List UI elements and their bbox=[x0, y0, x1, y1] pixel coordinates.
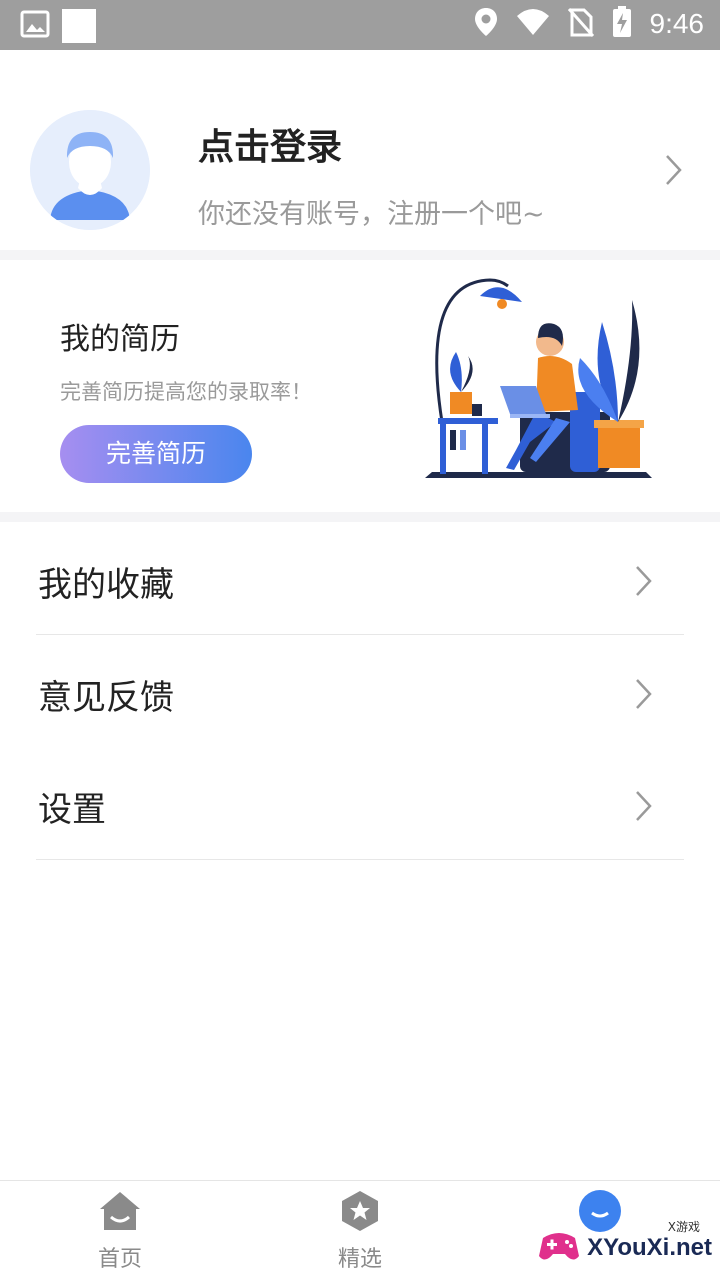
no-sim-icon bbox=[567, 7, 594, 41]
menu-item-label: 我的收藏 bbox=[38, 565, 174, 605]
section-divider bbox=[0, 250, 720, 260]
status-bar: 9:46 bbox=[0, 0, 720, 50]
menu-item-label: 意见反馈 bbox=[38, 678, 174, 718]
wifi-icon bbox=[516, 8, 550, 40]
resume-card: 我的简历 完善简历提高您的录取率！ 完善简历 bbox=[0, 260, 720, 512]
tab-home[interactable]: 首页 bbox=[0, 1181, 240, 1281]
chevron-right-icon bbox=[634, 564, 654, 598]
resume-title: 我的简历 bbox=[60, 322, 180, 357]
complete-resume-button[interactable]: 完善简历 bbox=[60, 425, 252, 483]
login-title[interactable]: 点击登录 bbox=[198, 118, 342, 170]
notification-square bbox=[62, 9, 96, 43]
menu-list: 我的收藏 意见反馈 设置 bbox=[0, 522, 720, 860]
tab-featured[interactable]: 精选 bbox=[240, 1181, 480, 1281]
avatar[interactable] bbox=[30, 110, 150, 230]
resume-subtitle: 完善简历提高您的录取率！ bbox=[60, 380, 312, 404]
watermark-text: XYouXi.net bbox=[587, 1234, 712, 1261]
resume-illustration bbox=[420, 272, 660, 482]
menu-item-settings[interactable]: 设置 bbox=[36, 747, 684, 860]
profile-header[interactable]: 点击登录 你还没有账号，注册一个吧~ bbox=[0, 50, 720, 250]
tab-label: 首页 bbox=[97, 1247, 142, 1272]
gamepad-logo-icon bbox=[537, 1224, 581, 1272]
home-icon bbox=[98, 1189, 142, 1233]
star-badge-icon bbox=[338, 1189, 382, 1233]
chevron-right-icon[interactable] bbox=[664, 153, 684, 187]
watermark: XYouXi.net X游戏 bbox=[537, 1220, 712, 1274]
section-divider bbox=[0, 512, 720, 522]
menu-item-feedback[interactable]: 意见反馈 bbox=[36, 635, 684, 747]
battery-charging-icon bbox=[612, 6, 632, 42]
tab-label: 精选 bbox=[337, 1247, 382, 1272]
login-subtitle: 你还没有账号，注册一个吧~ bbox=[198, 199, 545, 230]
location-icon bbox=[474, 7, 498, 41]
chevron-right-icon bbox=[634, 789, 654, 823]
menu-item-favorites[interactable]: 我的收藏 bbox=[36, 522, 684, 635]
clock: 9:46 bbox=[649, 8, 705, 39]
chevron-right-icon bbox=[634, 677, 654, 711]
menu-item-label: 设置 bbox=[38, 790, 106, 830]
image-icon bbox=[20, 10, 50, 42]
watermark-small: X游戏 bbox=[667, 1220, 700, 1234]
